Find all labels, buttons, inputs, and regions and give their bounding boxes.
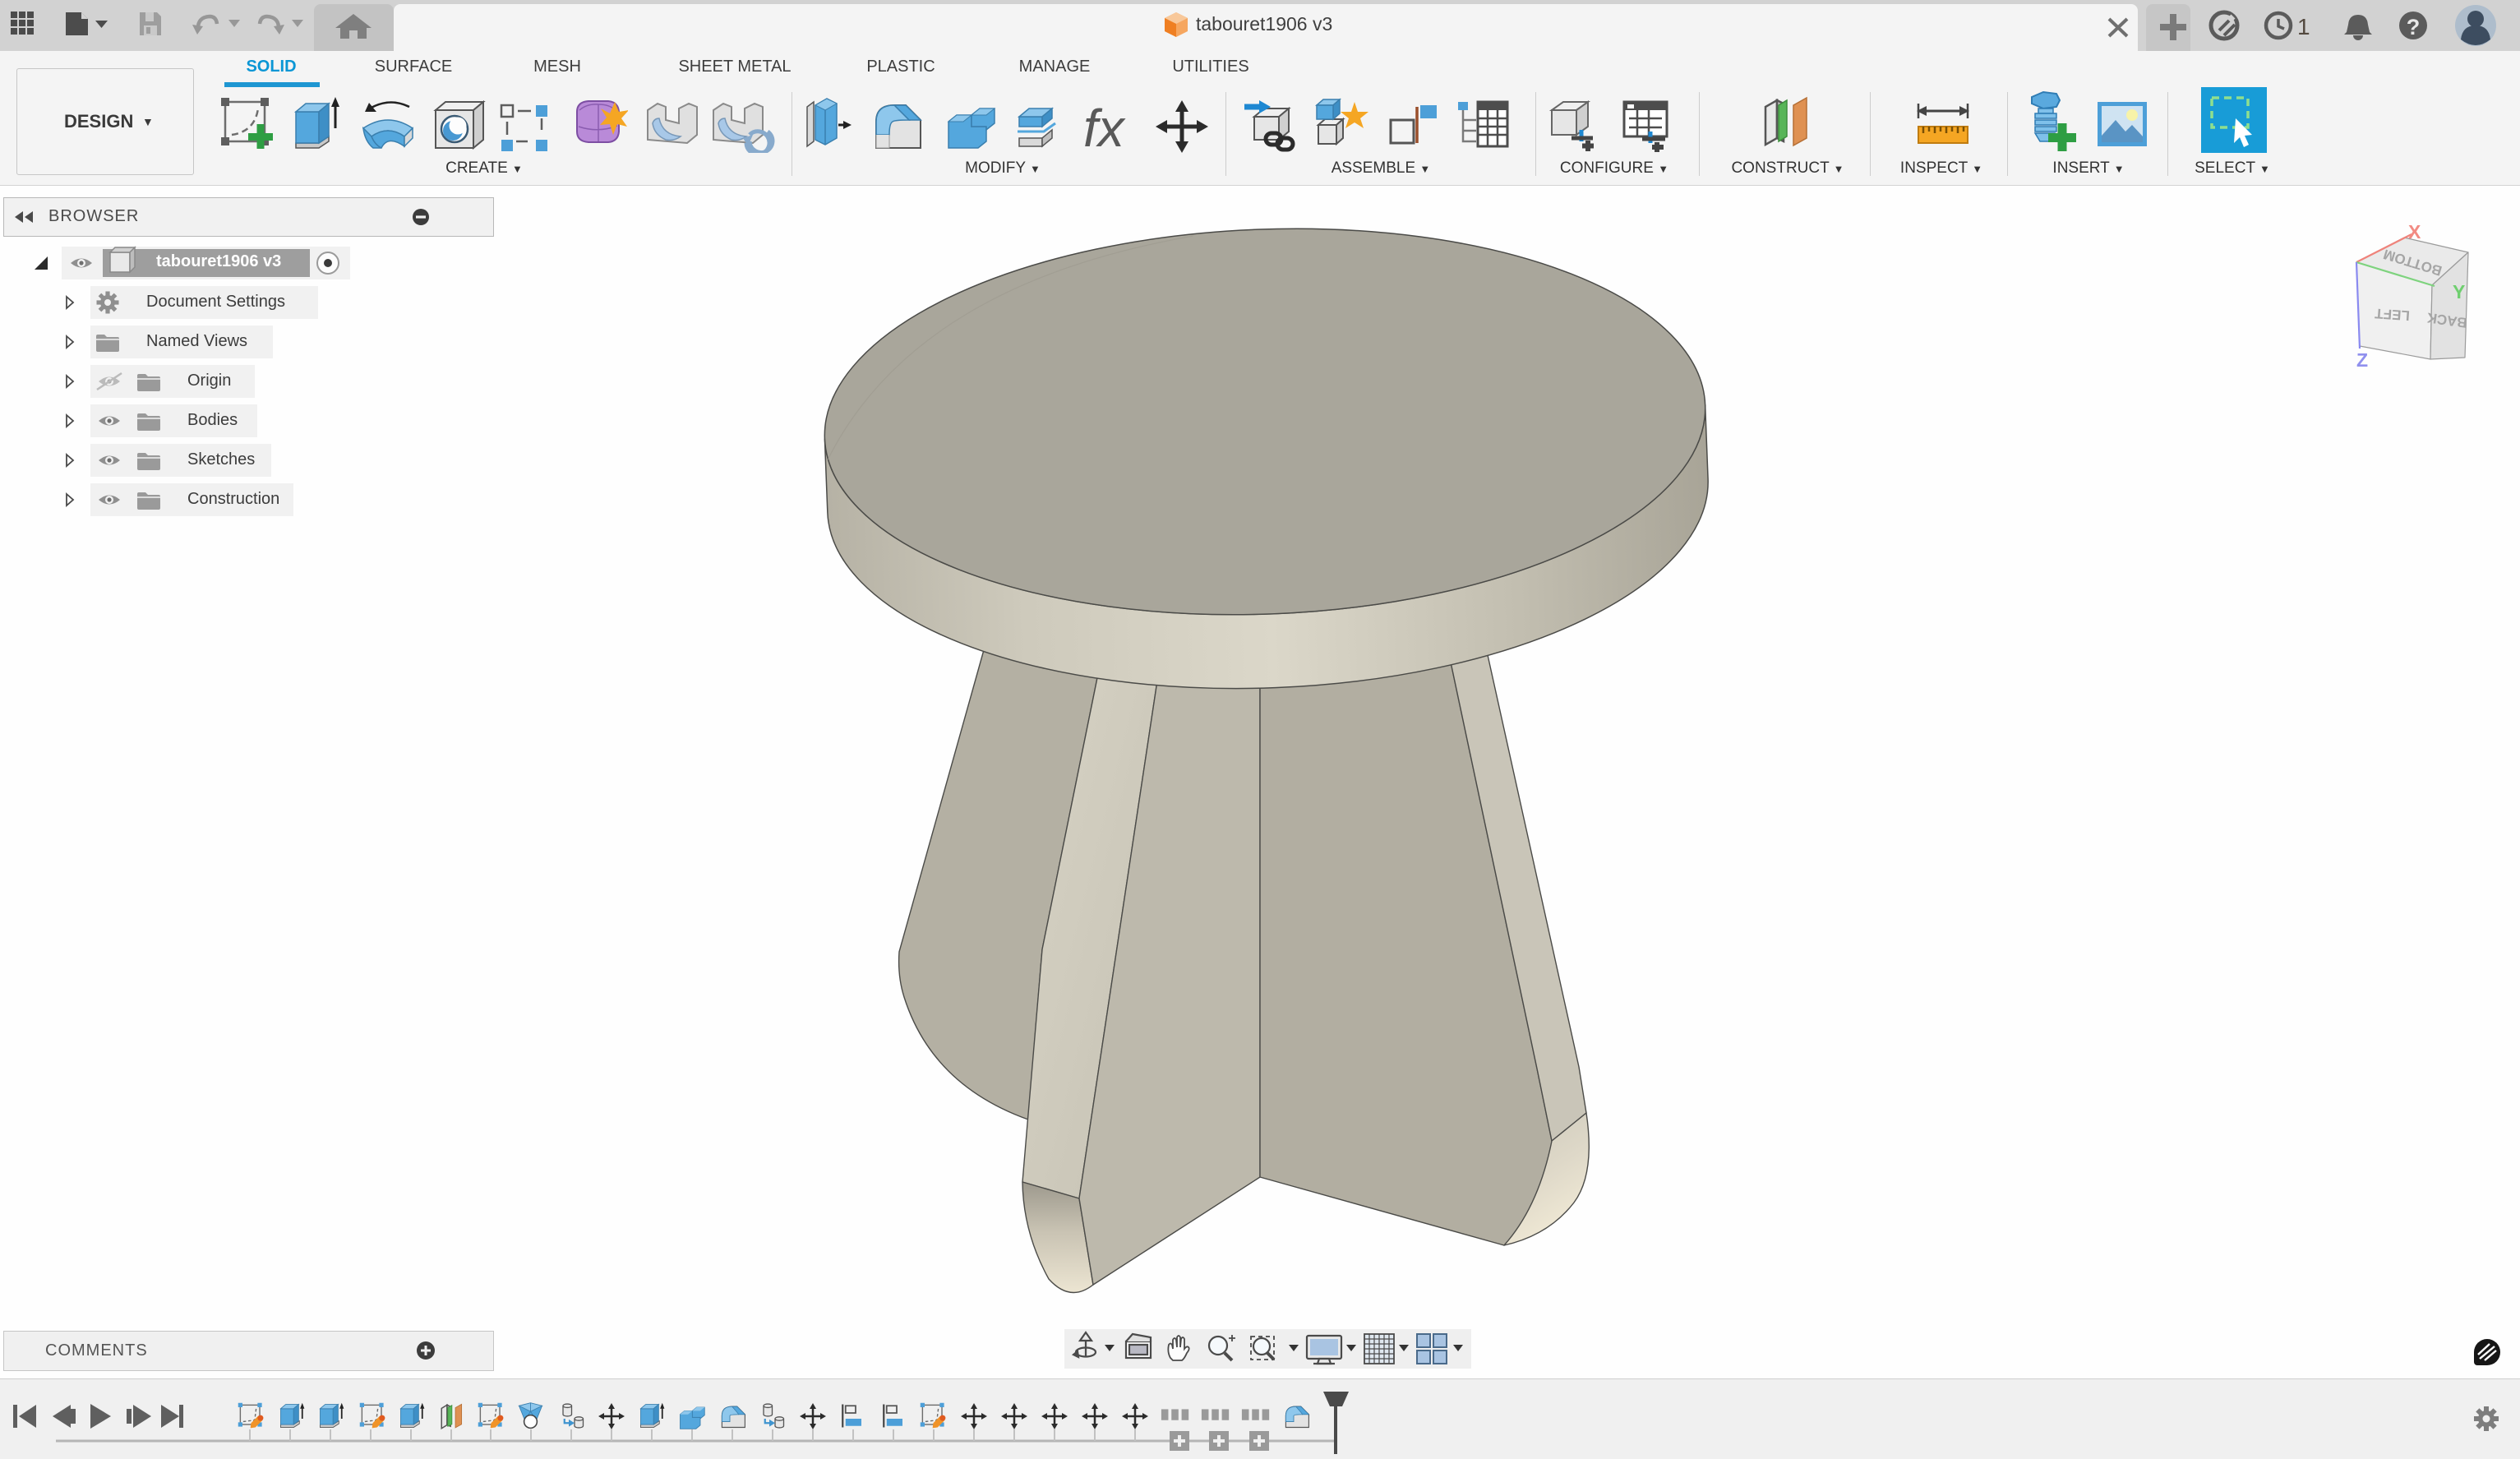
svg-text:X: X [2408,221,2421,242]
svg-text:?: ? [2407,15,2421,39]
svg-text:fx: fx [1083,99,1126,158]
svg-text:1: 1 [2297,14,2310,39]
svg-text:Z: Z [2356,349,2368,371]
svg-text:LEFT: LEFT [2374,305,2410,323]
svg-text:Y: Y [2453,281,2465,302]
